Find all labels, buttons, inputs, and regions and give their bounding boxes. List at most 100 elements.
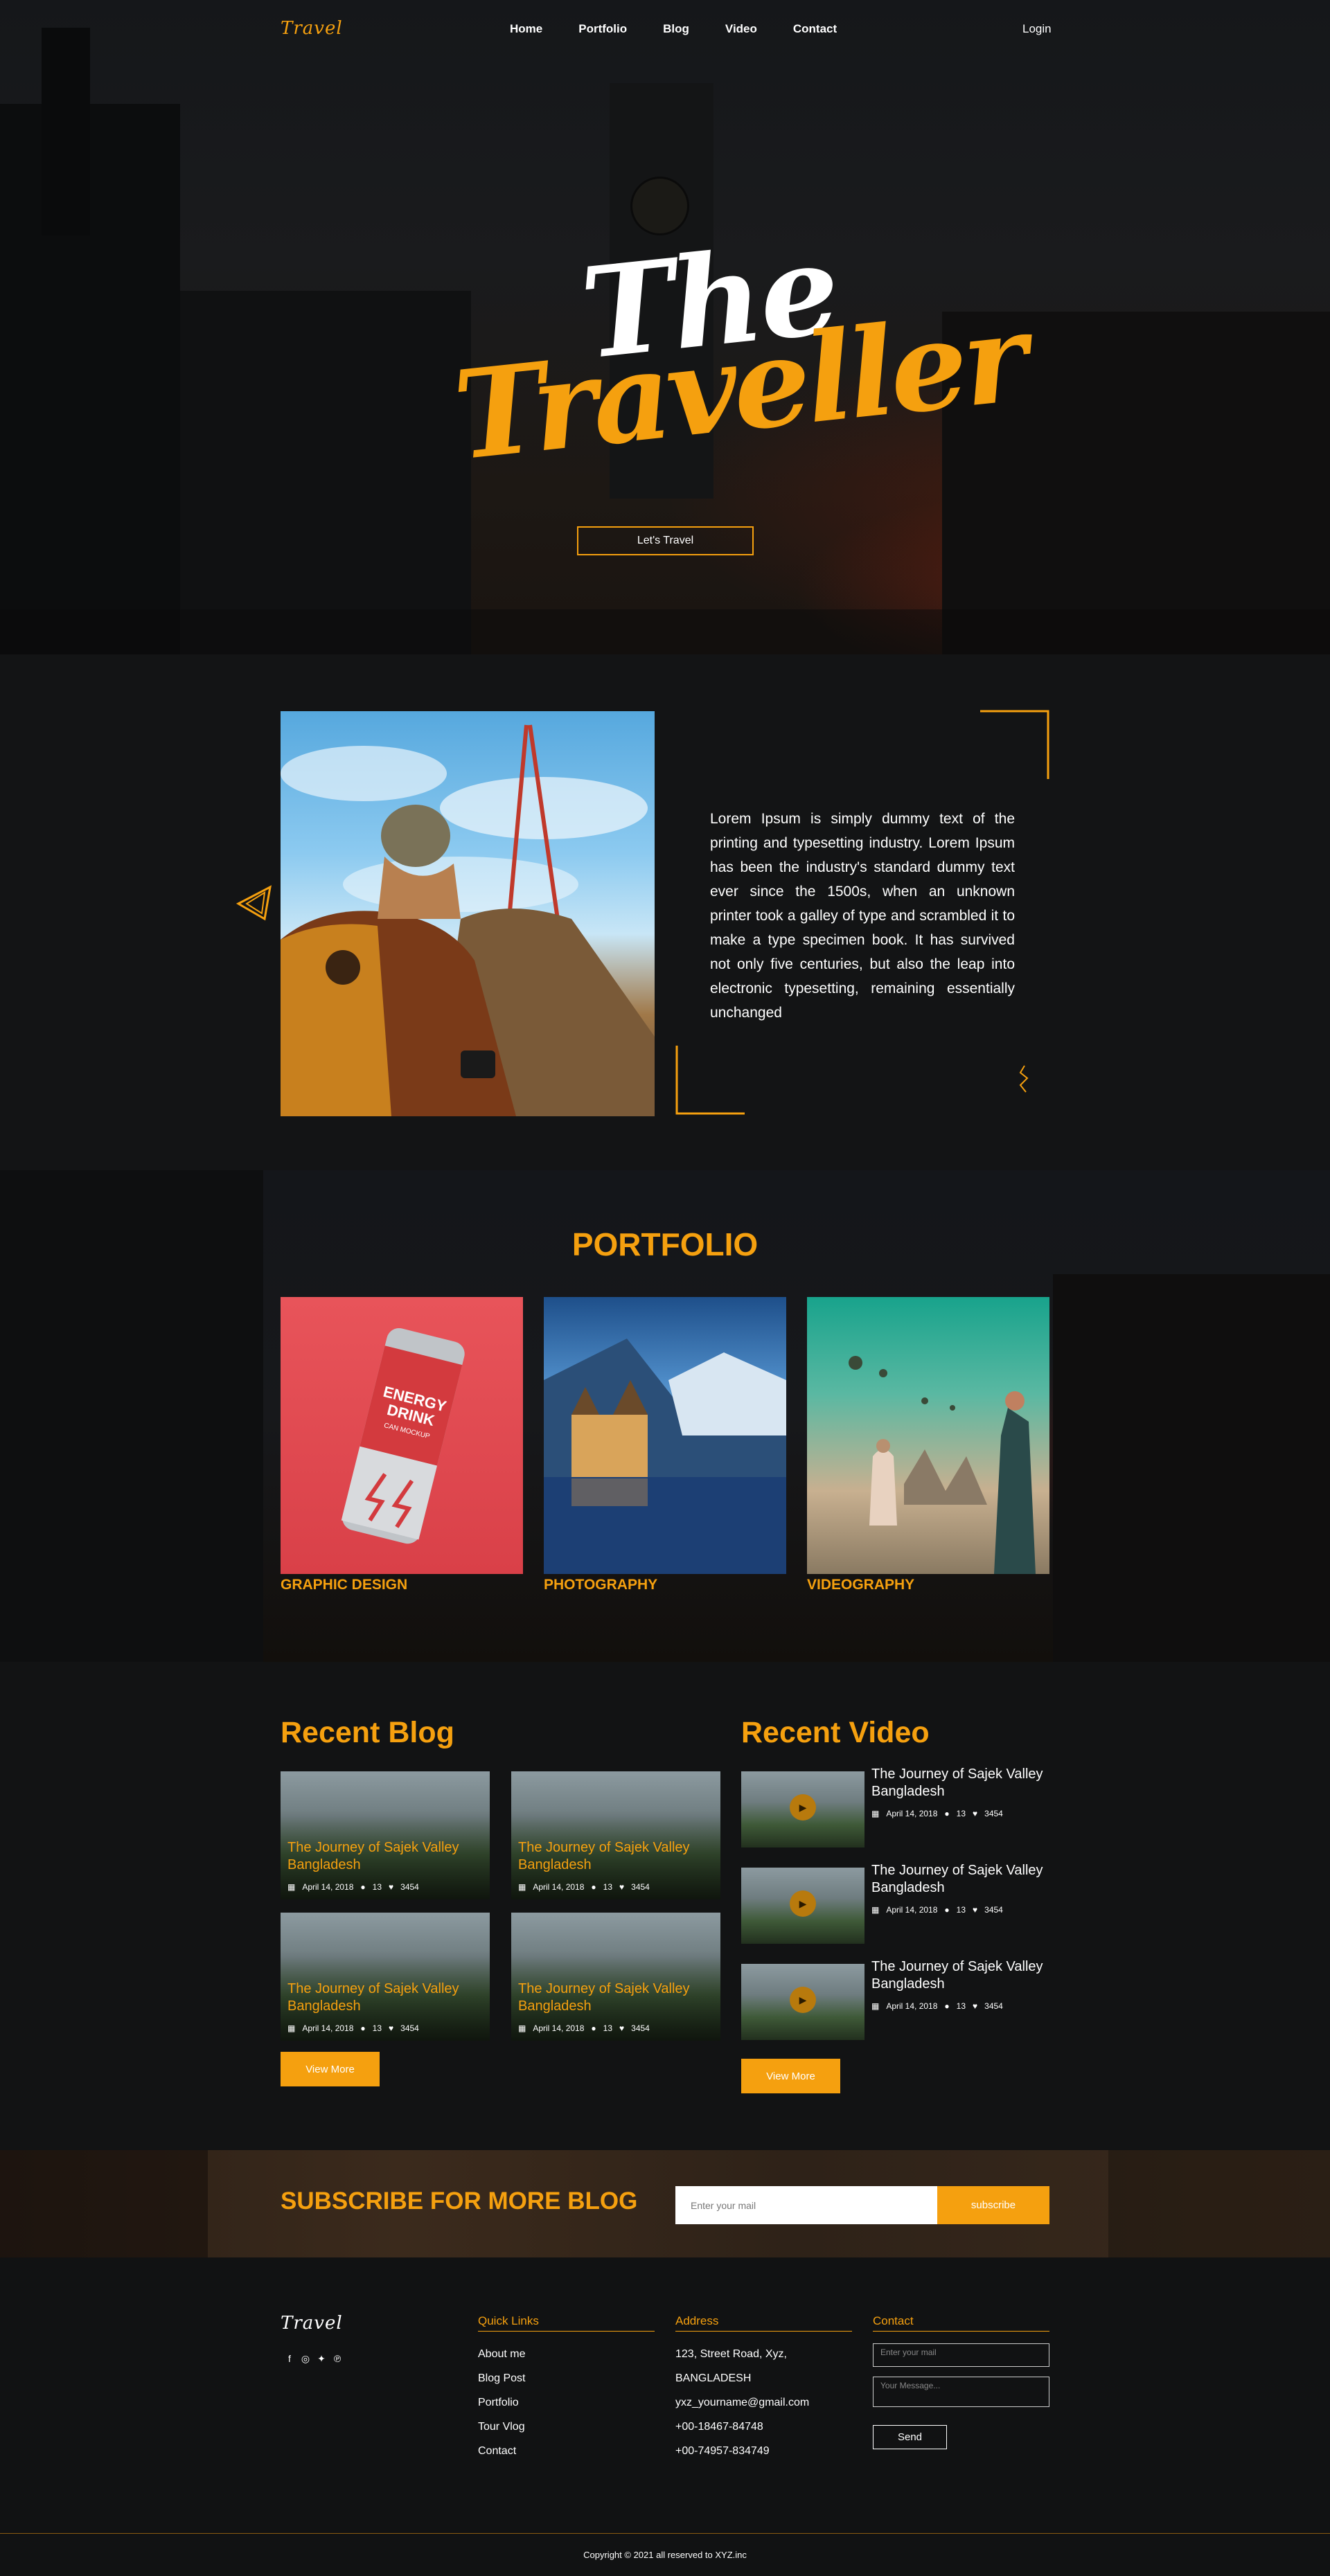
- portfolio-label[interactable]: PHOTOGRAPHY: [544, 1577, 657, 1593]
- contact-email-input[interactable]: Enter your mail: [873, 2343, 1049, 2367]
- comment-count: 13: [956, 2001, 966, 2011]
- blog-card[interactable]: The Journey of Sajek Valley Bangladesh ▦…: [511, 1913, 720, 2041]
- blog-title[interactable]: The Journey of Sajek Valley Bangladesh: [287, 1980, 485, 2015]
- video-title[interactable]: The Journey of Sajek Valley Bangladesh: [871, 1766, 1052, 1800]
- squiggle-icon: [1019, 1065, 1029, 1093]
- portfolio-card-photography[interactable]: [544, 1297, 786, 1574]
- lets-travel-button[interactable]: Let's Travel: [577, 526, 754, 555]
- comment-count: 13: [956, 1809, 966, 1818]
- footer-logo[interactable]: Travel: [281, 2313, 343, 2334]
- portfolio-card-graphic-design[interactable]: ENERGY DRINK CAN MOCKUP: [281, 1297, 523, 1574]
- blog-meta: ▦ April 14, 2018 ● 13 ♥ 3454: [518, 1882, 650, 1892]
- quick-link-about[interactable]: About me: [478, 2342, 525, 2366]
- blog-card[interactable]: The Journey of Sajek Valley Bangladesh ▦…: [281, 1913, 490, 2041]
- recent-blog-title: Recent Blog: [281, 1716, 454, 1749]
- send-button[interactable]: Send: [873, 2425, 947, 2449]
- brand-logo[interactable]: Travel: [281, 18, 343, 39]
- castle-lake-illustration: [544, 1339, 786, 1574]
- subscribe-button[interactable]: subscribe: [937, 2186, 1049, 2224]
- portfolio-section: PORTFOLIO ENERGY DRINK CAN MOCKUP GRAPHI…: [0, 1170, 1330, 1662]
- like-count: 3454: [400, 1882, 419, 1892]
- heart-icon: ♥: [619, 2023, 625, 2033]
- quick-links-title: Quick Links: [478, 2314, 655, 2332]
- nav-home[interactable]: Home: [510, 22, 542, 36]
- heart-icon: ♥: [389, 2023, 394, 2033]
- blog-card[interactable]: The Journey of Sajek Valley Bangladesh ▦…: [511, 1771, 720, 1899]
- facebook-icon[interactable]: f: [284, 2353, 295, 2364]
- calendar-icon: ▦: [871, 1905, 880, 1915]
- address-phone[interactable]: +00-18467-84748: [675, 2415, 809, 2439]
- video-date: April 14, 2018: [886, 1809, 938, 1818]
- address-title: Address: [675, 2314, 852, 2332]
- nav-links: Home Portfolio Blog Video Contact: [510, 22, 873, 36]
- play-icon[interactable]: ▶: [790, 1794, 816, 1821]
- like-count: 3454: [984, 1905, 1003, 1915]
- subscribe-section: SUBSCRIBE FOR MORE BLOG Enter your mail …: [0, 2150, 1330, 2257]
- portfolio-label[interactable]: VIDEOGRAPHY: [807, 1577, 914, 1593]
- quick-link-tour-vlog[interactable]: Tour Vlog: [478, 2415, 525, 2439]
- building-silhouette: [180, 291, 471, 654]
- clock-face: [630, 177, 689, 235]
- pinterest-icon[interactable]: ℗: [332, 2353, 343, 2364]
- comment-icon: ●: [360, 1882, 366, 1892]
- subscribe-title: SUBSCRIBE FOR MORE BLOG: [281, 2188, 638, 2215]
- hero-section: Travel Home Portfolio Blog Video Contact…: [0, 0, 1330, 654]
- portfolio-label[interactable]: GRAPHIC DESIGN: [281, 1577, 407, 1593]
- portfolio-title: PORTFOLIO: [571, 1226, 759, 1262]
- nav-contact[interactable]: Contact: [793, 22, 837, 36]
- blog-date: April 14, 2018: [302, 1882, 354, 1892]
- blog-title[interactable]: The Journey of Sajek Valley Bangladesh: [518, 1980, 716, 2015]
- calendar-icon: ▦: [518, 2023, 526, 2033]
- play-icon[interactable]: ▶: [790, 1987, 816, 2013]
- heart-icon: ♥: [973, 1905, 978, 1915]
- address-phone[interactable]: +00-74957-834749: [675, 2439, 809, 2463]
- address-email[interactable]: yxz_yourname@gmail.com: [675, 2390, 809, 2415]
- video-thumbnail[interactable]: ▶: [741, 1964, 864, 2040]
- blog-title[interactable]: The Journey of Sajek Valley Bangladesh: [518, 1839, 716, 1874]
- play-icon[interactable]: ▶: [790, 1890, 816, 1917]
- traveler-illustration: [281, 724, 655, 1116]
- top-nav: Travel Home Portfolio Blog Video Contact…: [0, 0, 1330, 62]
- address-line: 123, Street Road, Xyz,: [675, 2348, 787, 2360]
- quick-link-blog[interactable]: Blog Post: [478, 2366, 525, 2390]
- recent-content-section: Recent Blog Recent Video The Journey of …: [0, 1662, 1330, 2150]
- video-meta: ▦ April 14, 2018 ● 13 ♥ 3454: [871, 2001, 1003, 2011]
- comment-count: 13: [372, 1882, 382, 1892]
- footer-divider: [0, 2533, 1330, 2534]
- instagram-icon[interactable]: ◎: [300, 2353, 311, 2364]
- video-thumbnail[interactable]: ▶: [741, 1868, 864, 1944]
- blog-view-more-button[interactable]: View More: [281, 2052, 380, 2086]
- comment-icon: ●: [591, 2023, 596, 2033]
- address-line: BANGLADESH: [675, 2372, 752, 2384]
- nav-video[interactable]: Video: [725, 22, 757, 36]
- comment-count: 13: [603, 1882, 613, 1892]
- nav-portfolio[interactable]: Portfolio: [578, 22, 627, 36]
- blog-title[interactable]: The Journey of Sajek Valley Bangladesh: [287, 1839, 485, 1874]
- heart-icon: ♥: [389, 1882, 394, 1892]
- video-title[interactable]: The Journey of Sajek Valley Bangladesh: [871, 1862, 1052, 1897]
- quick-link-portfolio[interactable]: Portfolio: [478, 2390, 525, 2415]
- comment-count: 13: [372, 2023, 382, 2033]
- subscribe-email-input[interactable]: Enter your mail: [675, 2186, 937, 2224]
- video-view-more-button[interactable]: View More: [741, 2059, 840, 2093]
- quick-link-contact[interactable]: Contact: [478, 2439, 525, 2463]
- comment-icon: ●: [944, 1809, 950, 1818]
- blog-meta: ▦ April 14, 2018 ● 13 ♥ 3454: [287, 1882, 419, 1892]
- blog-date: April 14, 2018: [302, 2023, 354, 2033]
- portfolio-card-videography[interactable]: [807, 1297, 1049, 1574]
- video-thumbnail[interactable]: ▶: [741, 1771, 864, 1848]
- heart-icon: ♥: [973, 2001, 978, 2011]
- nav-blog[interactable]: Blog: [663, 22, 689, 36]
- video-title[interactable]: The Journey of Sajek Valley Bangladesh: [871, 1958, 1052, 1993]
- street-shadow: [0, 609, 1330, 654]
- social-links: f ◎ ✦ ℗: [284, 2353, 343, 2364]
- twitter-icon[interactable]: ✦: [316, 2353, 327, 2364]
- image-overlay: [281, 1771, 490, 1899]
- login-link[interactable]: Login: [1022, 22, 1052, 36]
- image-overlay: [511, 1771, 720, 1899]
- comment-icon: ●: [360, 2023, 366, 2033]
- image-overlay: [281, 1913, 490, 2041]
- like-count: 3454: [631, 1882, 650, 1892]
- blog-card[interactable]: The Journey of Sajek Valley Bangladesh ▦…: [281, 1771, 490, 1899]
- contact-message-input[interactable]: Your Message...: [873, 2377, 1049, 2407]
